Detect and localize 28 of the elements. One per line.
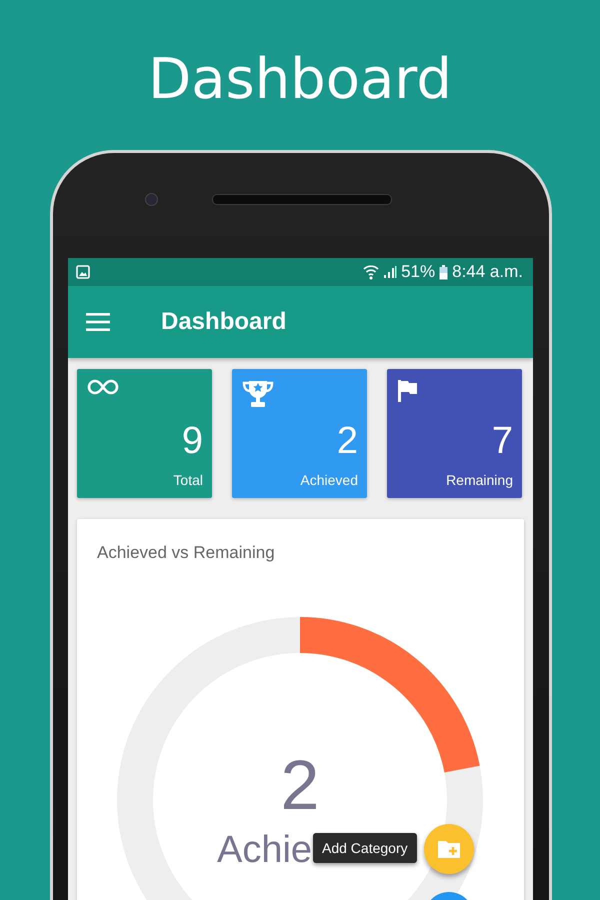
battery-percent: 51%	[401, 262, 436, 282]
stat-value: 2	[336, 419, 358, 463]
stat-label: Remaining	[446, 472, 513, 488]
stat-label: Total	[173, 472, 203, 488]
stat-value: 9	[182, 419, 203, 463]
trophy-icon	[242, 379, 274, 409]
stat-card[interactable]: 7 Remaining	[387, 369, 522, 498]
battery-icon	[439, 264, 448, 280]
menu-icon	[86, 313, 110, 331]
chart-title: Achieved vs Remaining	[97, 543, 275, 563]
folder-plus-icon	[437, 839, 461, 859]
infinity-icon	[87, 379, 119, 395]
image-icon	[76, 265, 90, 279]
camera-icon	[145, 193, 158, 206]
promo-caption: Dashboard	[148, 46, 452, 114]
wifi-icon	[363, 264, 380, 280]
app-title: Dashboard	[161, 308, 286, 336]
signal-icon	[383, 265, 398, 279]
center-value: 2	[280, 746, 320, 824]
clock-time: 8:44 a.m.	[452, 262, 523, 282]
stat-card[interactable]: 9 Total	[77, 369, 212, 498]
center-label: Achie	[217, 829, 312, 871]
stat-label: Achieved	[300, 472, 358, 488]
tooltip: Add Category	[313, 833, 417, 863]
add-category-button[interactable]	[424, 824, 474, 874]
stat-card[interactable]: 2 Achieved	[232, 369, 367, 498]
flag-icon	[397, 379, 419, 403]
stat-value: 7	[492, 419, 513, 463]
